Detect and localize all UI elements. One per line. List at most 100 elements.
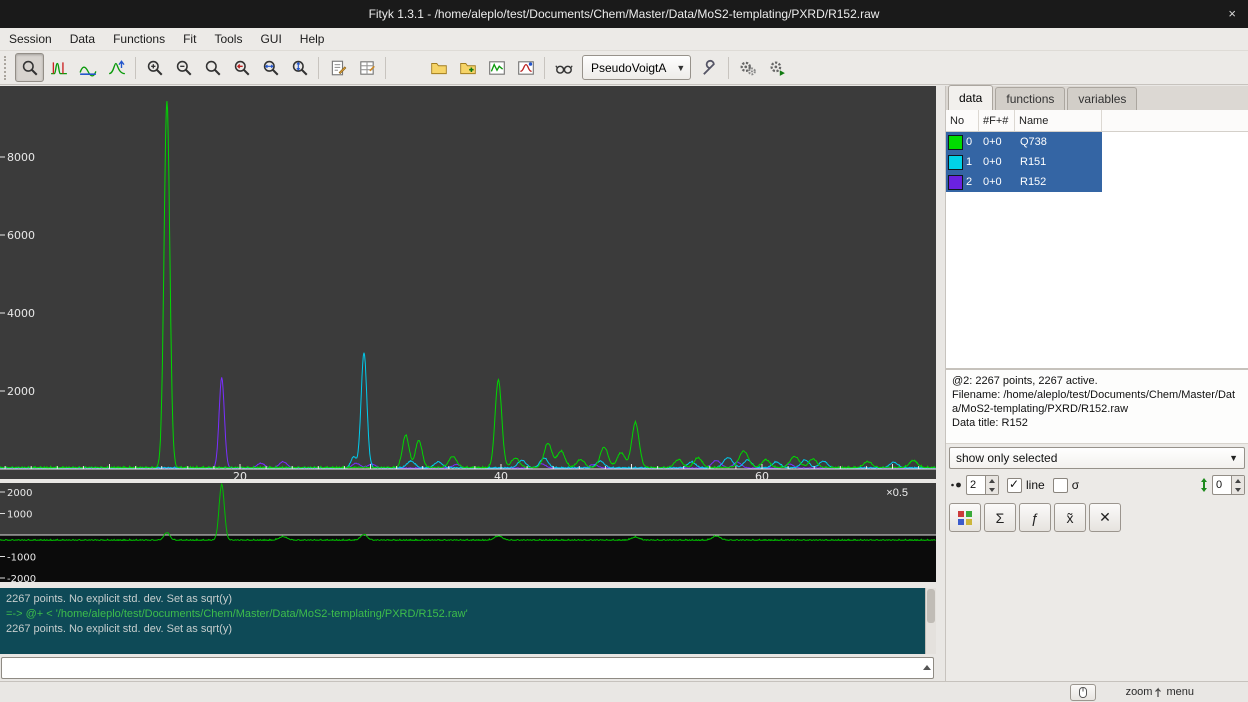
baseline-mode-icon[interactable]	[73, 53, 102, 82]
sigma-checkbox-label: σ	[1072, 478, 1079, 492]
menu-data[interactable]: Data	[61, 29, 104, 49]
info-points: @2: 2267 points, 2267 active.	[952, 374, 1243, 388]
show-filter-dropdown[interactable]: show only selected ▼	[949, 447, 1245, 469]
menu-functions[interactable]: Functions	[104, 29, 174, 49]
shift-arrows[interactable]	[1231, 476, 1244, 494]
add-function-wrench-icon[interactable]	[695, 53, 724, 82]
transform-glyph: x̃	[1067, 510, 1074, 526]
aux-plot-canvas[interactable]: 20001000-1000-2000	[0, 483, 936, 582]
point-size-arrows[interactable]	[985, 476, 998, 494]
dataset-color-swatch	[948, 135, 963, 150]
apply-function-button[interactable]: ƒ	[1019, 503, 1051, 532]
status-zoom-label[interactable]: zoom	[1124, 686, 1155, 698]
dataset-color-swatch	[948, 175, 963, 190]
dataset-info-box: @2: 2267 points, 2267 active. Filename: …	[946, 369, 1248, 444]
tool-bar: PseudoVoigtA ▼	[0, 51, 1248, 85]
edit-script-icon[interactable]	[323, 53, 352, 82]
line-checkbox-label: line	[1026, 478, 1045, 492]
aux-scale-label: ×0.5	[886, 487, 908, 499]
menu-help[interactable]: Help	[291, 29, 334, 49]
toolbar-handle[interactable]	[4, 56, 11, 80]
dataset-fcount: 0+0	[979, 132, 1015, 152]
point-size-spinner[interactable]: 2	[966, 475, 999, 495]
header-no[interactable]: No	[946, 110, 979, 131]
run-fit-gears-icon[interactable]	[733, 53, 762, 82]
menu-session[interactable]: Session	[0, 29, 61, 49]
tab-data[interactable]: data	[948, 85, 993, 110]
toolbar-separator	[385, 57, 386, 79]
menu-gui[interactable]: GUI	[251, 29, 290, 49]
append-data-icon[interactable]	[453, 53, 482, 82]
zoom-100-icon[interactable]	[198, 53, 227, 82]
svg-text:2000: 2000	[7, 385, 35, 398]
zoom-out-icon[interactable]	[169, 53, 198, 82]
zoom-horizontal-icon[interactable]	[256, 53, 285, 82]
open-data-icon[interactable]	[424, 53, 453, 82]
dataset-fcount: 0+0	[979, 152, 1015, 172]
function-glyph: ƒ	[1031, 510, 1039, 526]
table-row[interactable]: 1 0+0 R151	[946, 152, 1248, 172]
command-input[interactable]	[1, 657, 934, 679]
main-plot[interactable]: 2040602000400060008000	[0, 86, 936, 479]
menu-fit[interactable]: Fit	[174, 29, 205, 49]
image-export-icon[interactable]	[511, 53, 540, 82]
delete-dataset-button[interactable]: ✕	[1089, 503, 1121, 532]
svg-text:8000: 8000	[7, 151, 35, 164]
window-title: Fityk 1.3.1 - /home/aleplo/test/Document…	[369, 7, 880, 21]
svg-text:60: 60	[755, 470, 769, 479]
svg-text:2000: 2000	[7, 488, 32, 499]
tab-functions[interactable]: functions	[995, 87, 1065, 110]
header-f[interactable]: #F+#	[979, 110, 1015, 131]
svg-text:-1000: -1000	[7, 553, 36, 564]
input-history-expander-icon[interactable]	[923, 665, 931, 670]
svg-text:20: 20	[233, 470, 247, 479]
main-plot-canvas[interactable]: 2040602000400060008000	[0, 86, 936, 479]
status-menu-label[interactable]: menu	[1164, 686, 1196, 698]
display-controls-row: 2 line σ 0	[949, 473, 1245, 497]
add-peak-mode-icon[interactable]	[102, 53, 131, 82]
zoom-vertical-icon[interactable]	[285, 53, 314, 82]
session-log-icon[interactable]	[352, 53, 381, 82]
menu-tools[interactable]: Tools	[205, 29, 251, 49]
console-scrollbar[interactable]	[925, 588, 936, 654]
zoom-prev-icon[interactable]	[227, 53, 256, 82]
transform-button[interactable]: x̃	[1054, 503, 1086, 532]
info-title: Data title: R152	[952, 416, 1243, 430]
function-type-dropdown[interactable]: PseudoVoigtA ▼	[582, 55, 691, 80]
shift-updown-icon	[1198, 477, 1210, 493]
aux-plot[interactable]: 20001000-1000-2000 ×0.5	[0, 483, 936, 582]
shift-spinner[interactable]: 0	[1212, 475, 1245, 495]
chevron-down-icon: ▼	[1229, 453, 1238, 463]
function-type-value: PseudoVoigtA	[591, 61, 666, 75]
output-console[interactable]: 2267 points. No explicit std. dev. Set a…	[0, 588, 936, 654]
pointer-hand-icon	[1154, 686, 1164, 698]
close-window-button[interactable]: ×	[1228, 6, 1236, 21]
table-row[interactable]: 2 0+0 R152	[946, 172, 1248, 192]
title-bar: Fityk 1.3.1 - /home/aleplo/test/Document…	[0, 0, 1248, 28]
dataset-fcount: 0+0	[979, 172, 1015, 192]
run-continue-gear-icon[interactable]	[762, 53, 791, 82]
status-bar: zoom menu	[0, 681, 1248, 702]
header-filler	[1102, 110, 1248, 131]
sum-button[interactable]: Σ	[984, 503, 1016, 532]
dataset-table-header: No #F+# Name	[946, 110, 1248, 132]
line-checkbox[interactable]	[1007, 478, 1022, 493]
quick-fit-icon[interactable]	[549, 53, 578, 82]
color-map-button[interactable]	[949, 503, 981, 532]
color-grid-icon	[957, 510, 973, 526]
tab-variables[interactable]: variables	[1067, 87, 1137, 110]
plot-export-icon[interactable]	[482, 53, 511, 82]
zoom-mode-icon[interactable]	[15, 53, 44, 82]
sigma-checkbox[interactable]	[1053, 478, 1068, 493]
sidebar-tabs: data functions variables	[946, 86, 1248, 111]
table-row[interactable]: 0 0+0 Q738	[946, 132, 1248, 152]
dataset-name: R151	[1015, 152, 1102, 172]
sigma-glyph: Σ	[996, 510, 1005, 526]
mouse-mode-button[interactable]	[1070, 684, 1096, 701]
dataset-color-swatch	[948, 155, 963, 170]
header-name[interactable]: Name	[1015, 110, 1102, 131]
zoom-in-icon[interactable]	[140, 53, 169, 82]
data-range-mode-icon[interactable]	[44, 53, 73, 82]
dataset-table: No #F+# Name 0 0+0 Q738 1 0+0 R151 2 0+0…	[946, 110, 1248, 369]
console-scrollbar-thumb[interactable]	[927, 589, 935, 623]
